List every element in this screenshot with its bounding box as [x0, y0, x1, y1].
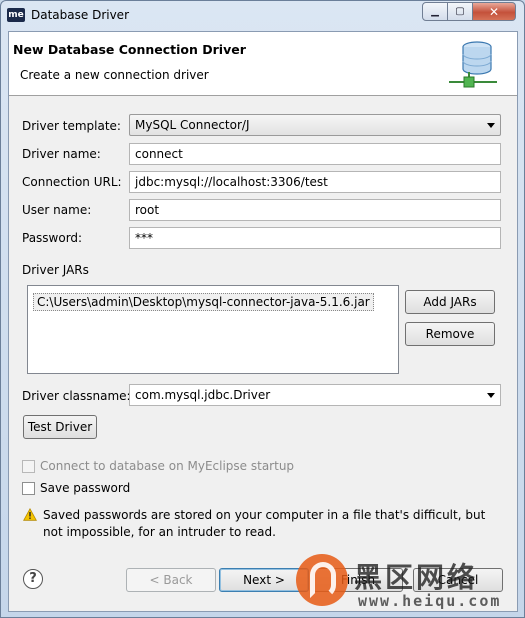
password-field[interactable]: *** [129, 227, 501, 249]
close-button[interactable]: ✕ [473, 2, 516, 21]
driver-classname-label: Driver classname: [22, 389, 131, 403]
driver-template-value: MySQL Connector/J [135, 118, 250, 132]
chevron-down-icon [487, 123, 495, 128]
connection-url-label: Connection URL: [22, 175, 122, 189]
database-connection-icon [449, 41, 497, 88]
add-jars-button[interactable]: Add JARs [405, 290, 495, 314]
connect-on-startup-checkbox[interactable] [22, 460, 35, 473]
driver-classname-value: com.mysql.jdbc.Driver [135, 388, 271, 402]
help-icon[interactable]: ? [23, 569, 43, 589]
driver-name-field[interactable]: connect [129, 143, 501, 165]
list-item[interactable]: C:\Users\admin\Desktop\mysql-connector-j… [33, 293, 374, 311]
close-icon: ✕ [488, 4, 500, 19]
banner-title: New Database Connection Driver [13, 42, 246, 57]
warning-text-line2: not impossible, for an intruder to read. [43, 525, 276, 539]
finish-button[interactable]: Finish [313, 568, 403, 592]
wizard-banner: New Database Connection Driver Create a … [9, 32, 517, 96]
cancel-button[interactable]: Cancel [413, 568, 503, 592]
maximize-button[interactable]: ▢ [448, 2, 473, 21]
title-bar[interactable]: me Database Driver ▁ ▢ ✕ [1, 1, 524, 31]
maximize-icon: ▢ [455, 6, 465, 17]
minimize-icon: ▁ [431, 6, 439, 17]
minimize-button[interactable]: ▁ [422, 2, 448, 21]
password-label: Password: [22, 231, 83, 245]
driver-name-label: Driver name: [22, 147, 101, 161]
myeclipse-app-icon: me [7, 8, 25, 22]
banner-subtitle: Create a new connection driver [20, 68, 209, 82]
user-name-field[interactable]: root [129, 199, 501, 221]
remove-jar-button[interactable]: Remove [405, 322, 495, 346]
next-button[interactable]: Next > [219, 568, 309, 592]
connect-on-startup-label: Connect to database on MyEclipse startup [40, 459, 295, 473]
warning-text-line1: Saved passwords are stored on your compu… [43, 508, 486, 522]
test-driver-button[interactable]: Test Driver [23, 415, 97, 439]
driver-jars-list[interactable]: C:\Users\admin\Desktop\mysql-connector-j… [27, 285, 399, 374]
database-driver-window: me Database Driver ▁ ▢ ✕ New Database Co… [0, 0, 525, 618]
driver-template-label: Driver template: [22, 119, 121, 133]
connection-url-field[interactable]: jdbc:mysql://localhost:3306/test [129, 171, 501, 193]
user-name-label: User name: [22, 203, 92, 217]
dialog-client-area: New Database Connection Driver Create a … [8, 31, 518, 612]
save-password-label: Save password [40, 481, 131, 495]
driver-classname-combo[interactable]: com.mysql.jdbc.Driver [129, 384, 501, 406]
back-button[interactable]: < Back [126, 568, 216, 592]
chevron-down-icon [487, 393, 495, 398]
driver-jars-label: Driver JARs [22, 263, 89, 277]
window-title: Database Driver [31, 8, 129, 22]
window-controls: ▁ ▢ ✕ [422, 2, 516, 21]
save-password-checkbox[interactable] [22, 482, 35, 495]
driver-template-select[interactable]: MySQL Connector/J [129, 114, 501, 136]
warning-icon [23, 508, 37, 521]
